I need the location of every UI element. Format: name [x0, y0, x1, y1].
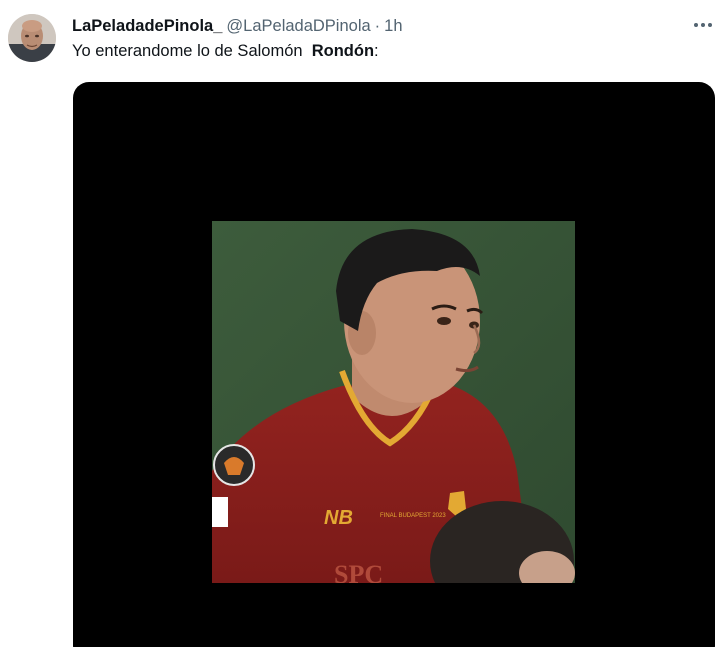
video-still-image: NB FINAL BUDAPEST 2023 SPC: [212, 221, 575, 583]
avatar[interactable]: [8, 14, 56, 62]
tweet-text-bold[interactable]: Rondón: [312, 42, 374, 60]
user-handle[interactable]: @LaPeladaDPinola: [226, 17, 370, 36]
more-horizontal-icon: [694, 23, 712, 27]
tweet-media-video[interactable]: NB FINAL BUDAPEST 2023 SPC: [73, 82, 715, 647]
svg-text:NB: NB: [324, 507, 353, 529]
svg-text:FINAL BUDAPEST 2023: FINAL BUDAPEST 2023: [380, 513, 446, 519]
tweet-text-suffix: :: [374, 42, 379, 60]
tweet-text-prefix: Yo enterandome lo de Salomón: [72, 42, 312, 60]
svg-text:SPC: SPC: [334, 560, 383, 583]
tweet-text: Yo enterandome lo de Salomón Rondón:: [72, 42, 379, 61]
tweet-card[interactable]: LaPeladadePinola_ @LaPeladaDPinola · 1h …: [0, 0, 728, 647]
tweet-header: LaPeladadePinola_ @LaPeladaDPinola · 1h: [72, 15, 403, 37]
more-options-button[interactable]: [690, 14, 716, 36]
avatar-image: [8, 14, 56, 62]
separator-dot: ·: [374, 16, 381, 35]
timestamp[interactable]: 1h: [384, 17, 402, 36]
video-frame: NB FINAL BUDAPEST 2023 SPC: [212, 221, 575, 583]
display-name[interactable]: LaPeladadePinola_: [72, 17, 222, 36]
